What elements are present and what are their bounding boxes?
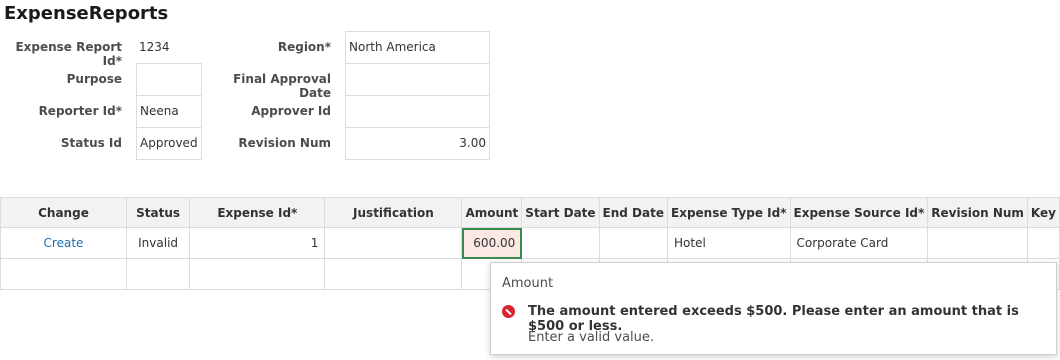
expense-id-cell[interactable]: 1 bbox=[189, 227, 326, 259]
revision-num-field[interactable]: 3.00 bbox=[345, 127, 490, 160]
amount-cell[interactable]: 600.00 bbox=[461, 227, 523, 259]
final-approval-date-field[interactable] bbox=[345, 63, 490, 96]
column-header-end-date[interactable]: End Date bbox=[598, 197, 669, 228]
approver-id-field[interactable] bbox=[345, 95, 490, 128]
approver-id-label: Approver Id bbox=[251, 104, 331, 118]
end-date-cell[interactable] bbox=[598, 227, 669, 259]
column-header-revision-num[interactable]: Revision Num bbox=[927, 197, 1028, 228]
revision-num-cell[interactable] bbox=[927, 227, 1028, 259]
column-header-amount[interactable]: Amount bbox=[461, 197, 523, 228]
region-field[interactable]: North America bbox=[345, 31, 490, 64]
expense-report-id-label: Expense Report Id* bbox=[15, 40, 122, 68]
column-header-start-date[interactable]: Start Date bbox=[521, 197, 600, 228]
change-create-link[interactable]: Create bbox=[0, 227, 127, 259]
purpose-field[interactable] bbox=[136, 63, 202, 96]
reporter-id-label: Reporter Id* bbox=[38, 104, 122, 118]
table-row: Create Invalid 1 600.00 Hotel Corporate … bbox=[0, 227, 1060, 259]
key-cell[interactable] bbox=[1026, 227, 1060, 259]
status-id-field[interactable]: Approved bbox=[136, 127, 202, 160]
error-hint: Enter a valid value. bbox=[528, 330, 655, 345]
popup-field-title: Amount bbox=[502, 276, 554, 291]
empty-cell[interactable] bbox=[0, 258, 127, 290]
reporter-id-field[interactable]: Neena bbox=[136, 95, 202, 128]
grid-header-row: Change Status Expense Id* Justification … bbox=[0, 197, 1060, 228]
page-title: ExpenseReports bbox=[4, 3, 169, 24]
start-date-cell[interactable] bbox=[521, 227, 600, 259]
empty-cell[interactable] bbox=[189, 258, 326, 290]
error-icon bbox=[502, 305, 515, 318]
expense-type-id-cell[interactable]: Hotel bbox=[667, 227, 791, 259]
column-header-expense-source-id[interactable]: Expense Source Id* bbox=[789, 197, 929, 228]
justification-cell[interactable] bbox=[324, 227, 463, 259]
revision-num-label: Revision Num bbox=[238, 136, 331, 150]
row-status-cell: Invalid bbox=[125, 227, 191, 259]
final-approval-date-label: Final Approval Date bbox=[233, 72, 331, 100]
column-header-expense-id[interactable]: Expense Id* bbox=[189, 197, 326, 228]
column-header-key[interactable]: Key bbox=[1026, 197, 1060, 228]
column-header-status[interactable]: Status bbox=[125, 197, 191, 228]
expense-report-id-value: 1234 bbox=[136, 32, 202, 63]
expense-source-id-cell[interactable]: Corporate Card bbox=[789, 227, 929, 259]
status-id-label: Status Id bbox=[60, 136, 122, 150]
column-header-change[interactable]: Change bbox=[0, 197, 127, 228]
region-label: Region* bbox=[277, 40, 331, 54]
column-header-justification[interactable]: Justification bbox=[324, 197, 463, 228]
purpose-label: Purpose bbox=[66, 72, 122, 86]
empty-cell[interactable] bbox=[324, 258, 463, 290]
column-header-expense-type-id[interactable]: Expense Type Id* bbox=[667, 197, 791, 228]
empty-cell[interactable] bbox=[125, 258, 191, 290]
validation-error-popup: Amount The amount entered exceeds $500. … bbox=[490, 262, 1057, 355]
